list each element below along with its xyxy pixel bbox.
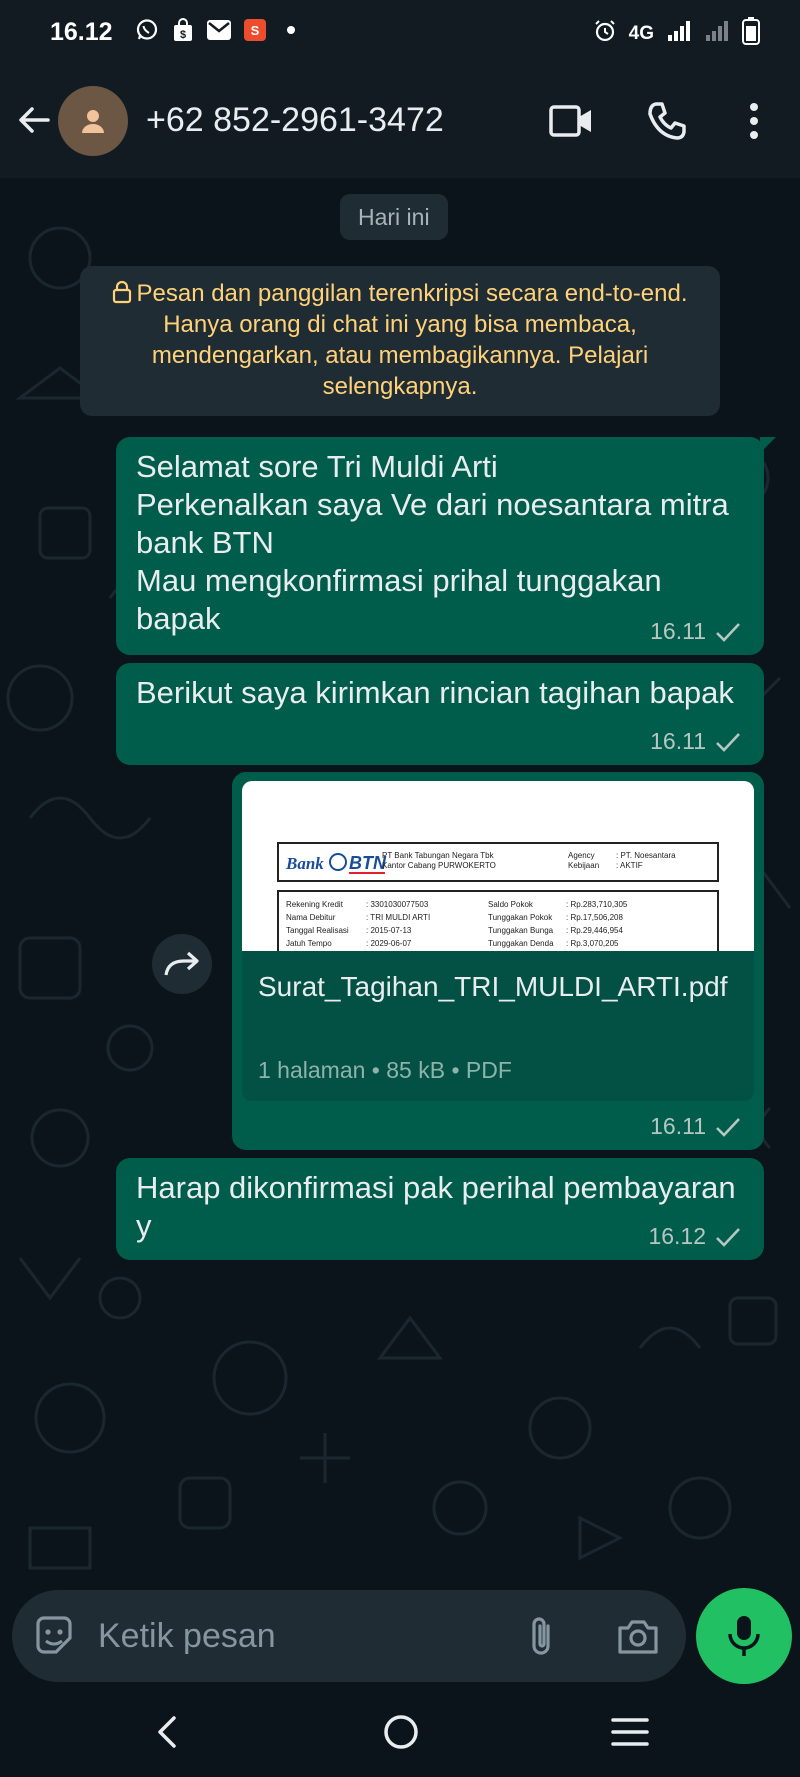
- sent-check-icon: [716, 1117, 740, 1137]
- shopping-bag-icon: $: [170, 17, 196, 43]
- preview-cell-l1: Tanggal Realisasi: [286, 926, 349, 935]
- shop-app-icon: S: [242, 17, 268, 43]
- system-nav-bar: [0, 1690, 800, 1777]
- network-type: 4G: [628, 23, 654, 44]
- mic-icon: [728, 1616, 760, 1656]
- sent-check-icon: [716, 732, 740, 752]
- message-time: 16.12: [648, 1223, 706, 1249]
- encryption-notice[interactable]: Pesan dan panggilan terenkripsi secara e…: [80, 266, 720, 416]
- preview-brand: Bank: [285, 854, 324, 873]
- status-bar: 16.12 $ S 4G: [0, 0, 800, 64]
- preview-cell-l2: Tunggakan Bunga: [488, 926, 554, 935]
- svg-text:$: $: [180, 29, 186, 41]
- preview-cell-l1: Nama Debitur: [286, 913, 336, 922]
- more-notifications-icon: [278, 17, 304, 43]
- video-call-icon[interactable]: [548, 102, 594, 145]
- date-chip: Hari ini: [340, 194, 448, 240]
- preview-cell-v1: : 2029-06-07: [366, 939, 412, 948]
- notification-icons: $ S: [134, 17, 304, 43]
- message-meta: 16.11: [650, 618, 742, 645]
- status-time: 16.12: [50, 18, 113, 46]
- more-vert-icon[interactable]: [744, 100, 764, 147]
- message-meta: 16.11: [650, 728, 742, 755]
- preview-kebijakan-label: Kebijaan: [568, 861, 599, 870]
- document-meta: 1 halaman • 85 kB • PDF: [258, 1057, 512, 1083]
- nav-recents-icon[interactable]: [610, 1716, 650, 1753]
- preview-cell-l2: Saldo Pokok: [488, 900, 534, 909]
- preview-agency-label: Agency: [568, 851, 595, 860]
- sent-check-icon: [716, 622, 740, 642]
- message-bubble[interactable]: Berikut saya kirimkan rincian tagihan ba…: [116, 663, 764, 765]
- signal-icon: [666, 19, 692, 49]
- preview-cell-v1: : 2015-07-13: [366, 926, 412, 935]
- forward-button[interactable]: [152, 934, 212, 994]
- preview-cell-v2: : Rp.29,446,954: [566, 926, 623, 935]
- message-text: Selamat sore Tri Muldi Arti Perkenalkan …: [136, 449, 729, 636]
- document-filename: Surat_Tagihan_TRI_MULDI_ARTI.pdf: [258, 971, 728, 1002]
- message-composer[interactable]: Ketik pesan: [12, 1590, 686, 1682]
- camera-icon[interactable]: [616, 1616, 660, 1661]
- contact-name[interactable]: +62 852-2961-3472: [146, 101, 444, 140]
- document-preview[interactable]: Bank BTN PT Bank Tabungan Negara Tbk Kan…: [242, 781, 754, 951]
- back-arrow-icon[interactable]: [14, 100, 54, 140]
- preview-cell-v2: : Rp.283,710,305: [566, 900, 628, 909]
- preview-agency-value: : PT. Noesantara: [616, 851, 676, 860]
- document-info: Surat_Tagihan_TRI_MULDI_ARTI.pdf 1 halam…: [242, 951, 754, 1101]
- preview-cell-l1: Rekening Kredit: [286, 900, 344, 909]
- signal-2-icon: [704, 19, 730, 49]
- preview-cell-v2: : Rp.3,070,205: [566, 939, 619, 948]
- paperclip-icon[interactable]: [526, 1614, 556, 1663]
- mail-icon: [206, 17, 232, 43]
- nav-back-icon[interactable]: [150, 1712, 186, 1757]
- preview-bank-name: PT Bank Tabungan Negara Tbk: [382, 851, 495, 860]
- preview-cell-l2: Tunggakan Pokok: [488, 913, 553, 922]
- preview-cell-l1: Jatuh Tempo: [286, 939, 332, 948]
- document-message[interactable]: Bank BTN PT Bank Tabungan Negara Tbk Kan…: [232, 772, 764, 1150]
- lock-icon: [113, 280, 132, 304]
- status-right-icons: 4G: [593, 17, 760, 51]
- forward-icon: [164, 951, 199, 976]
- message-time: 16.11: [650, 728, 706, 754]
- preview-cell-v2: : Rp.17,506,208: [566, 913, 623, 922]
- whatsapp-icon: [134, 17, 160, 43]
- bubble-tail: [760, 437, 776, 453]
- alarm-icon: [593, 19, 617, 49]
- message-text: Berikut saya kirimkan rincian tagihan ba…: [136, 675, 734, 710]
- chat-header: +62 852-2961-3472: [0, 64, 800, 178]
- preview-cell-l2: Tunggakan Denda: [488, 939, 554, 948]
- message-bubble[interactable]: Selamat sore Tri Muldi Arti Perkenalkan …: [116, 437, 776, 655]
- message-time: 16.11: [650, 1113, 706, 1139]
- chat-area[interactable]: Hari ini Pesan dan panggilan terenkripsi…: [0, 178, 800, 1589]
- message-time: 16.11: [650, 618, 706, 644]
- battery-icon: [742, 17, 760, 51]
- encryption-text: Pesan dan panggilan terenkripsi secara e…: [136, 280, 688, 400]
- preview-cell-v1: : TRI MULDI ARTI: [366, 913, 430, 922]
- person-icon: [82, 110, 104, 133]
- phone-icon[interactable]: [646, 100, 688, 147]
- message-bubble[interactable]: Harap dikonfirmasi pak perihal pembayara…: [116, 1158, 764, 1260]
- preview-kebijakan-value: : AKTIF: [616, 861, 643, 870]
- sticker-icon[interactable]: [32, 1614, 76, 1663]
- preview-cell-v1: : 3301030077503: [366, 900, 429, 909]
- mic-button[interactable]: [696, 1588, 792, 1684]
- message-input[interactable]: Ketik pesan: [98, 1617, 276, 1656]
- message-meta: 16.11: [650, 1113, 742, 1140]
- sent-check-icon: [716, 1227, 740, 1247]
- preview-branch: Kantor Cabang PURWOKERTO: [382, 861, 496, 870]
- pdf-page-preview: Bank BTN PT Bank Tabungan Negara Tbk Kan…: [277, 842, 719, 951]
- svg-text:S: S: [251, 23, 260, 38]
- avatar[interactable]: [58, 86, 128, 156]
- nav-home-icon[interactable]: [381, 1712, 421, 1757]
- message-meta: 16.12: [648, 1223, 742, 1250]
